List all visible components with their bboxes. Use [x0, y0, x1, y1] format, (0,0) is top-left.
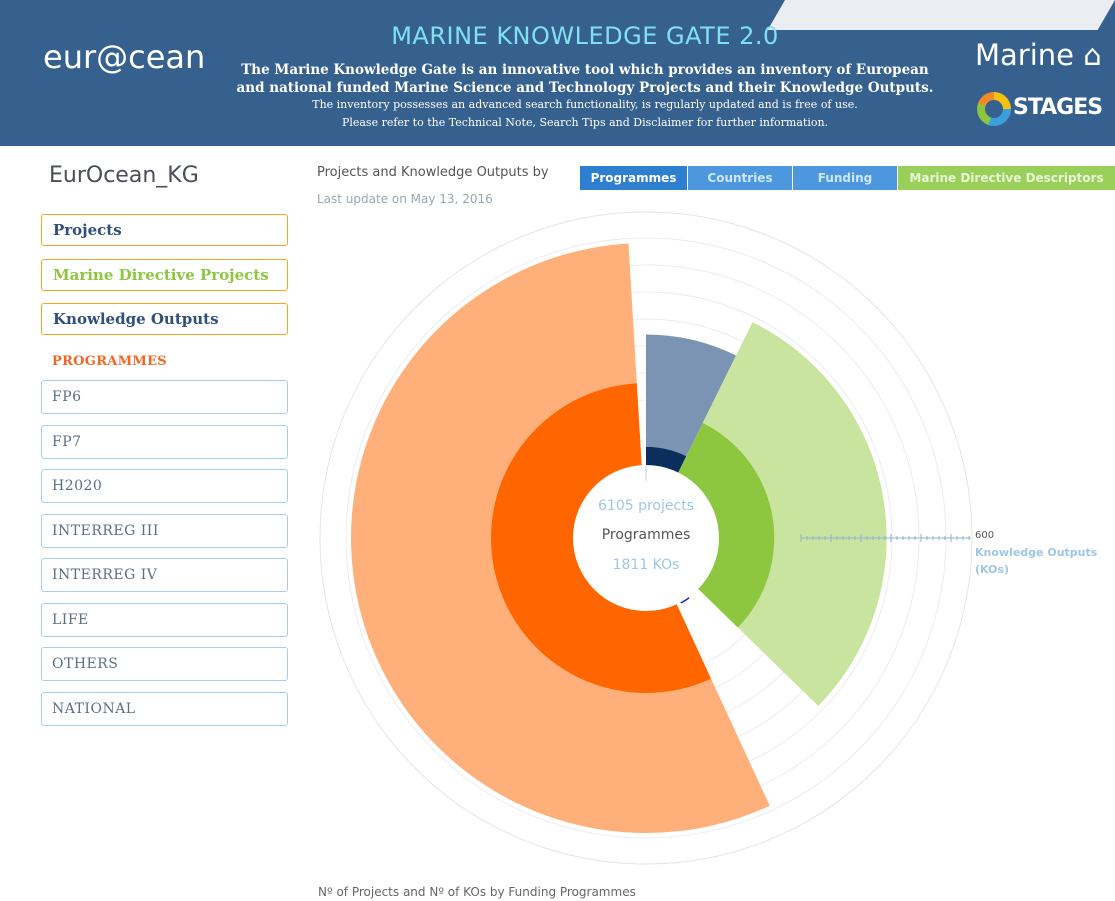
- programme-button-national[interactable]: NATIONAL: [41, 692, 288, 726]
- tab-marine-directive-descriptors[interactable]: Marine Directive Descriptors: [898, 166, 1115, 190]
- programme-button-interreg-iv[interactable]: INTERREG IV: [41, 558, 288, 592]
- tab-programmes[interactable]: Programmes: [580, 166, 687, 190]
- marine-house-icon: ⌂: [1074, 38, 1102, 72]
- marine-logo-text: Marine: [975, 38, 1074, 72]
- stages-logo[interactable]: STAGES: [975, 90, 1115, 130]
- knowledge-outputs-button[interactable]: Knowledge Outputs: [41, 303, 288, 335]
- marine-directive-projects-button[interactable]: Marine Directive Projects: [41, 259, 288, 291]
- site-header: eur@cean MARINE KNOWLEDGE GATE 2.0 The M…: [0, 0, 1115, 146]
- last-update-text: Last update on May 13, 2016: [317, 192, 493, 206]
- chart-caption: Nº of Projects and Nº of KOs by Funding …: [318, 885, 636, 899]
- header-description-line: The Marine Knowledge Gate is an innovati…: [241, 62, 929, 78]
- center-projects-count: 6105 projects: [598, 498, 694, 514]
- header-description-line: and national funded Marine Science and T…: [236, 80, 934, 96]
- programme-button-others[interactable]: OTHERS: [41, 647, 288, 681]
- axis-tick-label: 600: [975, 530, 995, 541]
- site-title: EurOcean_KG: [49, 163, 199, 188]
- eurocean-logo[interactable]: eur@cean: [43, 38, 205, 76]
- projects-button[interactable]: Projects: [41, 214, 288, 246]
- center-label: Programmes: [601, 527, 691, 543]
- header-description-line: The inventory possesses an advanced sear…: [312, 98, 858, 111]
- programme-button-interreg-iii[interactable]: INTERREG III: [41, 514, 288, 548]
- programmes-heading: PROGRAMMES: [52, 354, 167, 369]
- axis-title: (KOs): [975, 563, 1009, 576]
- radial-bar-chart: [319, 211, 973, 865]
- programme-button-life[interactable]: LIFE: [41, 603, 288, 637]
- marine-logo[interactable]: Marine ⌂: [975, 38, 1102, 72]
- header-title: MARINE KNOWLEDGE GATE 2.0: [391, 22, 779, 50]
- programme-button-h2020[interactable]: H2020: [41, 469, 288, 503]
- stages-logo-text: STAGES: [1013, 95, 1103, 120]
- axis-title: Knowledge Outputs: [975, 546, 1098, 559]
- stages-globe-icon: [977, 92, 1011, 126]
- programme-button-fp6[interactable]: FP6: [41, 380, 288, 414]
- chart-by-label: Projects and Knowledge Outputs by: [317, 165, 549, 180]
- header-description-line: Please refer to the Technical Note, Sear…: [341, 116, 829, 129]
- programme-button-fp7[interactable]: FP7: [41, 425, 288, 459]
- tab-funding[interactable]: Funding: [793, 166, 897, 190]
- tab-countries[interactable]: Countries: [688, 166, 792, 190]
- center-kos-count: 1811 KOs: [612, 557, 680, 573]
